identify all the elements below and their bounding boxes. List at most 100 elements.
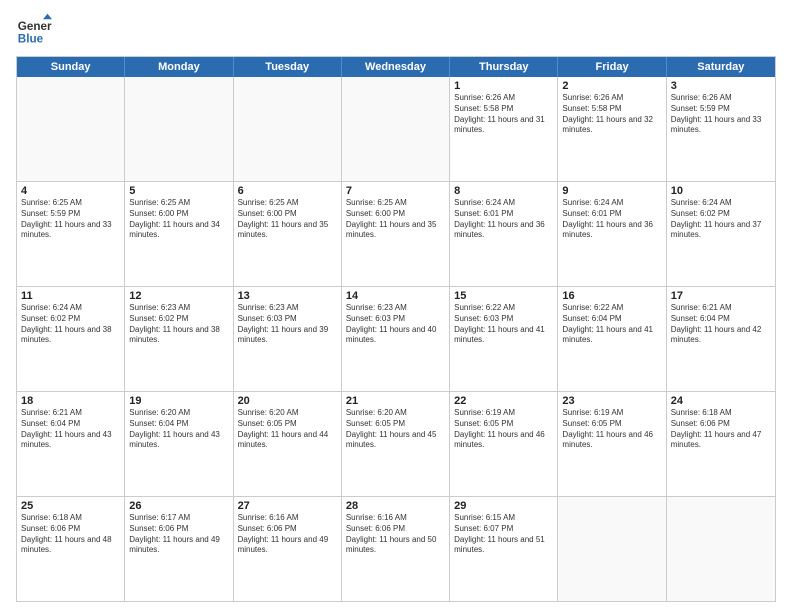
calendar-cell: 13Sunrise: 6:23 AMSunset: 6:03 PMDayligh…: [234, 287, 342, 391]
day-info: Sunrise: 6:25 AMSunset: 6:00 PMDaylight:…: [346, 198, 445, 241]
calendar-cell: 26Sunrise: 6:17 AMSunset: 6:06 PMDayligh…: [125, 497, 233, 601]
day-number: 12: [129, 290, 228, 302]
day-info: Sunrise: 6:15 AMSunset: 6:07 PMDaylight:…: [454, 513, 553, 556]
calendar-row-4: 25Sunrise: 6:18 AMSunset: 6:06 PMDayligh…: [17, 496, 775, 601]
day-info: Sunrise: 6:18 AMSunset: 6:06 PMDaylight:…: [21, 513, 120, 556]
calendar-cell: 8Sunrise: 6:24 AMSunset: 6:01 PMDaylight…: [450, 182, 558, 286]
day-number: 16: [562, 290, 661, 302]
calendar-cell: 15Sunrise: 6:22 AMSunset: 6:03 PMDayligh…: [450, 287, 558, 391]
calendar-cell: 4Sunrise: 6:25 AMSunset: 5:59 PMDaylight…: [17, 182, 125, 286]
day-info: Sunrise: 6:16 AMSunset: 6:06 PMDaylight:…: [346, 513, 445, 556]
day-info: Sunrise: 6:26 AMSunset: 5:58 PMDaylight:…: [562, 93, 661, 136]
day-info: Sunrise: 6:24 AMSunset: 6:02 PMDaylight:…: [671, 198, 771, 241]
day-info: Sunrise: 6:23 AMSunset: 6:03 PMDaylight:…: [238, 303, 337, 346]
calendar-cell: 22Sunrise: 6:19 AMSunset: 6:05 PMDayligh…: [450, 392, 558, 496]
calendar-cell: 24Sunrise: 6:18 AMSunset: 6:06 PMDayligh…: [667, 392, 775, 496]
day-number: 11: [21, 290, 120, 302]
calendar-row-3: 18Sunrise: 6:21 AMSunset: 6:04 PMDayligh…: [17, 391, 775, 496]
day-info: Sunrise: 6:24 AMSunset: 6:02 PMDaylight:…: [21, 303, 120, 346]
calendar-cell: 25Sunrise: 6:18 AMSunset: 6:06 PMDayligh…: [17, 497, 125, 601]
calendar-cell: 9Sunrise: 6:24 AMSunset: 6:01 PMDaylight…: [558, 182, 666, 286]
calendar-cell: 12Sunrise: 6:23 AMSunset: 6:02 PMDayligh…: [125, 287, 233, 391]
day-info: Sunrise: 6:21 AMSunset: 6:04 PMDaylight:…: [671, 303, 771, 346]
day-number: 21: [346, 395, 445, 407]
calendar-cell: [667, 497, 775, 601]
day-number: 8: [454, 185, 553, 197]
day-number: 9: [562, 185, 661, 197]
day-number: 13: [238, 290, 337, 302]
calendar-cell: 19Sunrise: 6:20 AMSunset: 6:04 PMDayligh…: [125, 392, 233, 496]
day-info: Sunrise: 6:18 AMSunset: 6:06 PMDaylight:…: [671, 408, 771, 451]
calendar-cell: [125, 77, 233, 181]
weekday-header-thursday: Thursday: [450, 57, 558, 77]
day-number: 3: [671, 80, 771, 92]
calendar-cell: 2Sunrise: 6:26 AMSunset: 5:58 PMDaylight…: [558, 77, 666, 181]
calendar-cell: 14Sunrise: 6:23 AMSunset: 6:03 PMDayligh…: [342, 287, 450, 391]
day-number: 1: [454, 80, 553, 92]
calendar-cell: 21Sunrise: 6:20 AMSunset: 6:05 PMDayligh…: [342, 392, 450, 496]
weekday-header-wednesday: Wednesday: [342, 57, 450, 77]
day-number: 15: [454, 290, 553, 302]
calendar-cell: 16Sunrise: 6:22 AMSunset: 6:04 PMDayligh…: [558, 287, 666, 391]
day-number: 26: [129, 500, 228, 512]
calendar: SundayMondayTuesdayWednesdayThursdayFrid…: [16, 56, 776, 602]
calendar-cell: 23Sunrise: 6:19 AMSunset: 6:05 PMDayligh…: [558, 392, 666, 496]
day-info: Sunrise: 6:26 AMSunset: 5:58 PMDaylight:…: [454, 93, 553, 136]
calendar-row-0: 1Sunrise: 6:26 AMSunset: 5:58 PMDaylight…: [17, 77, 775, 181]
day-number: 28: [346, 500, 445, 512]
day-info: Sunrise: 6:16 AMSunset: 6:06 PMDaylight:…: [238, 513, 337, 556]
calendar-cell: 3Sunrise: 6:26 AMSunset: 5:59 PMDaylight…: [667, 77, 775, 181]
day-number: 5: [129, 185, 228, 197]
day-info: Sunrise: 6:22 AMSunset: 6:03 PMDaylight:…: [454, 303, 553, 346]
calendar-cell: 17Sunrise: 6:21 AMSunset: 6:04 PMDayligh…: [667, 287, 775, 391]
calendar-row-2: 11Sunrise: 6:24 AMSunset: 6:02 PMDayligh…: [17, 286, 775, 391]
calendar-cell: 27Sunrise: 6:16 AMSunset: 6:06 PMDayligh…: [234, 497, 342, 601]
day-number: 27: [238, 500, 337, 512]
day-info: Sunrise: 6:20 AMSunset: 6:05 PMDaylight:…: [346, 408, 445, 451]
day-number: 14: [346, 290, 445, 302]
calendar-cell: 10Sunrise: 6:24 AMSunset: 6:02 PMDayligh…: [667, 182, 775, 286]
calendar-header: SundayMondayTuesdayWednesdayThursdayFrid…: [17, 57, 775, 77]
logo-icon: General Blue: [16, 12, 52, 48]
day-info: Sunrise: 6:26 AMSunset: 5:59 PMDaylight:…: [671, 93, 771, 136]
day-info: Sunrise: 6:20 AMSunset: 6:05 PMDaylight:…: [238, 408, 337, 451]
day-info: Sunrise: 6:23 AMSunset: 6:02 PMDaylight:…: [129, 303, 228, 346]
calendar-cell: 18Sunrise: 6:21 AMSunset: 6:04 PMDayligh…: [17, 392, 125, 496]
day-number: 19: [129, 395, 228, 407]
day-info: Sunrise: 6:19 AMSunset: 6:05 PMDaylight:…: [454, 408, 553, 451]
calendar-row-1: 4Sunrise: 6:25 AMSunset: 5:59 PMDaylight…: [17, 181, 775, 286]
day-number: 24: [671, 395, 771, 407]
weekday-header-sunday: Sunday: [17, 57, 125, 77]
calendar-cell: 7Sunrise: 6:25 AMSunset: 6:00 PMDaylight…: [342, 182, 450, 286]
day-info: Sunrise: 6:21 AMSunset: 6:04 PMDaylight:…: [21, 408, 120, 451]
calendar-cell: 29Sunrise: 6:15 AMSunset: 6:07 PMDayligh…: [450, 497, 558, 601]
svg-text:Blue: Blue: [18, 33, 44, 46]
day-number: 23: [562, 395, 661, 407]
day-info: Sunrise: 6:23 AMSunset: 6:03 PMDaylight:…: [346, 303, 445, 346]
day-info: Sunrise: 6:22 AMSunset: 6:04 PMDaylight:…: [562, 303, 661, 346]
day-info: Sunrise: 6:20 AMSunset: 6:04 PMDaylight:…: [129, 408, 228, 451]
calendar-cell: [234, 77, 342, 181]
calendar-cell: 5Sunrise: 6:25 AMSunset: 6:00 PMDaylight…: [125, 182, 233, 286]
day-info: Sunrise: 6:25 AMSunset: 6:00 PMDaylight:…: [129, 198, 228, 241]
day-info: Sunrise: 6:17 AMSunset: 6:06 PMDaylight:…: [129, 513, 228, 556]
calendar-cell: [558, 497, 666, 601]
day-number: 4: [21, 185, 120, 197]
day-info: Sunrise: 6:24 AMSunset: 6:01 PMDaylight:…: [454, 198, 553, 241]
calendar-cell: 6Sunrise: 6:25 AMSunset: 6:00 PMDaylight…: [234, 182, 342, 286]
calendar-cell: 1Sunrise: 6:26 AMSunset: 5:58 PMDaylight…: [450, 77, 558, 181]
calendar-cell: 11Sunrise: 6:24 AMSunset: 6:02 PMDayligh…: [17, 287, 125, 391]
weekday-header-friday: Friday: [558, 57, 666, 77]
weekday-header-monday: Monday: [125, 57, 233, 77]
weekday-header-saturday: Saturday: [667, 57, 775, 77]
logo: General Blue: [16, 12, 52, 48]
day-number: 17: [671, 290, 771, 302]
weekday-header-tuesday: Tuesday: [234, 57, 342, 77]
day-number: 20: [238, 395, 337, 407]
day-info: Sunrise: 6:24 AMSunset: 6:01 PMDaylight:…: [562, 198, 661, 241]
calendar-cell: 28Sunrise: 6:16 AMSunset: 6:06 PMDayligh…: [342, 497, 450, 601]
day-number: 25: [21, 500, 120, 512]
day-info: Sunrise: 6:25 AMSunset: 6:00 PMDaylight:…: [238, 198, 337, 241]
page-header: General Blue: [16, 12, 776, 48]
day-number: 10: [671, 185, 771, 197]
